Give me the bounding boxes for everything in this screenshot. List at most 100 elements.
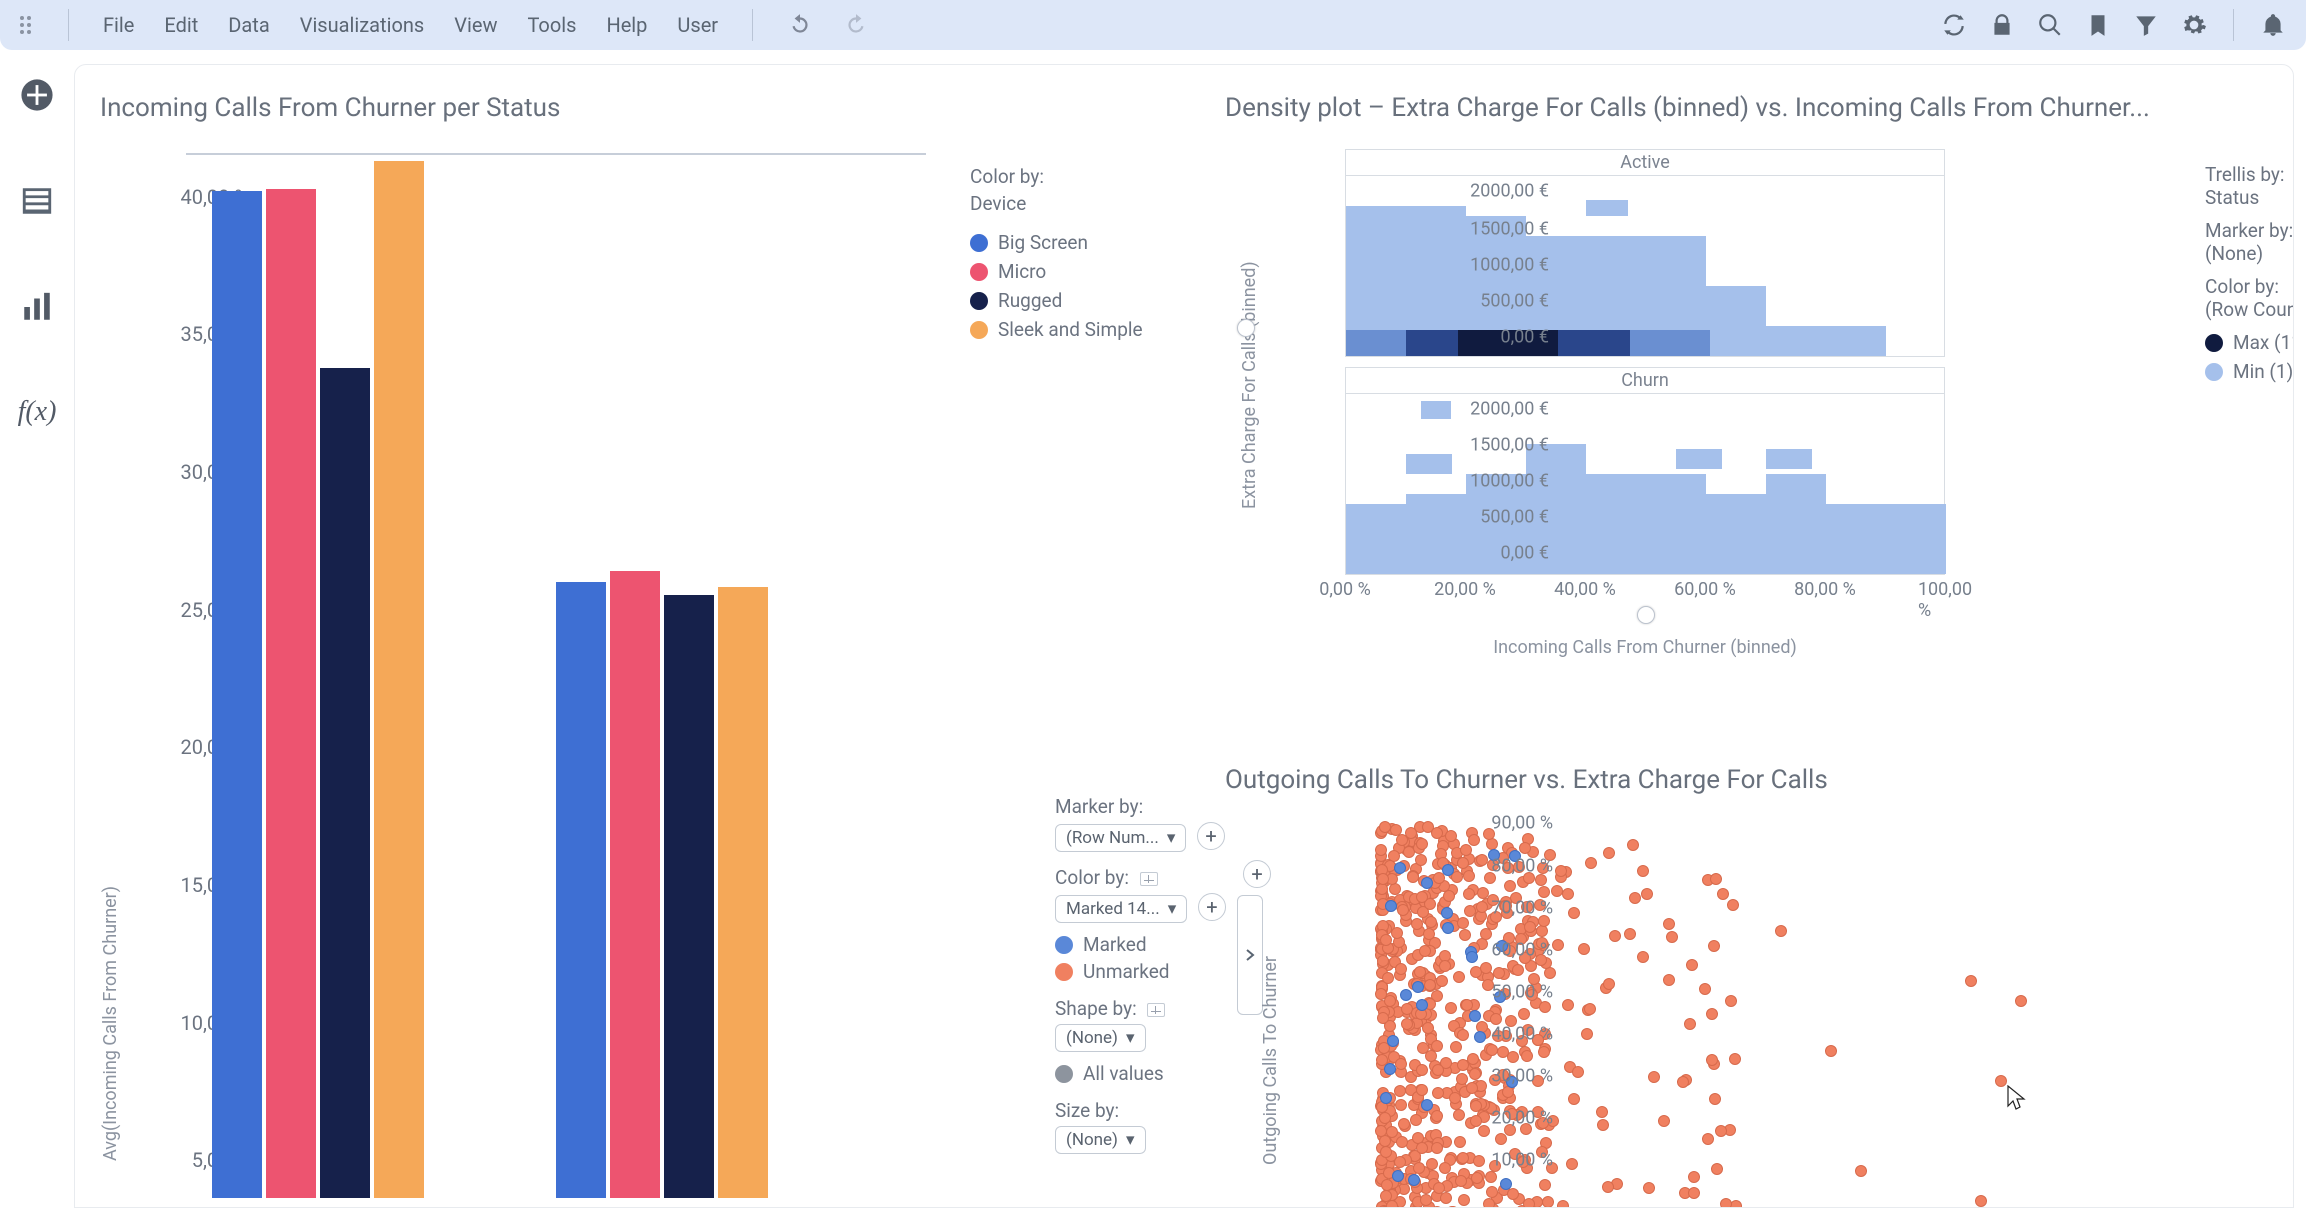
scatter-point[interactable] [1395,1058,1407,1070]
legend-item[interactable]: Micro [970,260,1143,283]
scatter-point[interactable] [1538,1046,1550,1058]
scatter-point[interactable] [1439,960,1451,972]
scatter-point[interactable] [1377,1012,1389,1024]
shape-by-dropdown[interactable]: (None)▾ [1055,1024,1146,1052]
bar-plot-area[interactable] [186,153,926,1198]
scatter-point[interactable] [1397,904,1409,916]
scatter-point[interactable] [1380,1190,1392,1202]
scatter-point[interactable] [1443,890,1455,902]
scatter-point[interactable] [1453,971,1465,983]
scatter-point[interactable] [1637,951,1649,963]
scatter-point[interactable] [1995,1075,2007,1087]
scatter-point[interactable] [1411,918,1423,930]
y-zoom-slider[interactable] [1237,319,1255,337]
scatter-point[interactable] [1469,1068,1481,1080]
scatter-point[interactable] [1637,865,1649,877]
x-zoom-slider[interactable] [1637,606,1655,624]
scatter-point[interactable] [1382,972,1394,984]
scatter-point[interactable] [1629,892,1641,904]
scatter-point[interactable] [1381,1179,1393,1191]
scatter-point[interactable] [1416,838,1428,850]
scatter-point[interactable] [1480,962,1492,974]
scatter-plot-area[interactable] [1375,815,2075,1208]
scatter-point[interactable] [1441,907,1453,919]
scatter-point[interactable] [1426,1158,1438,1170]
scatter-point[interactable] [1445,1002,1457,1014]
scatter-point[interactable] [1416,1142,1428,1154]
scatter-point[interactable] [1407,871,1419,883]
scatter-point[interactable] [1663,974,1675,986]
scatter-point[interactable] [1400,989,1412,1001]
scatter-point[interactable] [1485,1171,1497,1183]
bar-big-screen-group1[interactable] [212,191,262,1198]
scatter-point[interactable] [1965,975,1977,987]
scatter-point[interactable] [1775,925,1787,937]
menu-user[interactable]: User [677,13,718,37]
scatter-point[interactable] [1457,917,1469,929]
scatter-point[interactable] [1483,1198,1495,1208]
scatter-point[interactable] [1416,1084,1428,1096]
scatter-point[interactable] [1421,1099,1433,1111]
legend-item[interactable]: Big Screen [970,231,1143,254]
size-by-dropdown[interactable]: (None)▾ [1055,1126,1146,1154]
scatter-point[interactable] [1432,1087,1444,1099]
menu-edit[interactable]: Edit [164,13,198,37]
scatter-point[interactable] [1385,900,1397,912]
scatter-point[interactable] [1477,887,1489,899]
scatter-point[interactable] [1643,1182,1655,1194]
scatter-point[interactable] [1699,983,1711,995]
scatter-point[interactable] [1440,1192,1452,1204]
scatter-point[interactable] [1585,857,1597,869]
scatter-point[interactable] [1568,1093,1580,1105]
scatter-point[interactable] [1609,930,1621,942]
refresh-icon[interactable] [1941,12,1967,38]
scatter-point[interactable] [1431,1142,1443,1154]
scatter-point[interactable] [1471,1172,1483,1184]
scatter-point[interactable] [1463,888,1475,900]
scatter-point[interactable] [1720,1198,1732,1208]
scatter-point[interactable] [1432,1064,1444,1076]
scatter-point[interactable] [1725,995,1737,1007]
lock-icon[interactable] [1989,12,2015,38]
scatter-point[interactable] [1391,927,1403,939]
scatter-point[interactable] [1422,1022,1434,1034]
scatter-point[interactable] [1710,873,1722,885]
bar-micro-group1[interactable] [266,189,316,1198]
scatter-point[interactable] [1457,1029,1469,1041]
scatter-point[interactable] [1507,1051,1519,1063]
scatter-point[interactable] [1603,847,1615,859]
scatter-point[interactable] [1666,931,1678,943]
scatter-point[interactable] [1480,928,1492,940]
fx-icon[interactable]: f(x) [18,396,57,428]
legend-item[interactable]: All values [1055,1062,1265,1085]
scatter-point[interactable] [1536,925,1548,937]
scatter-point[interactable] [1624,928,1636,940]
scatter-point[interactable] [1597,1119,1609,1131]
scatter-point[interactable] [1566,1158,1578,1170]
scatter-point[interactable] [1377,955,1389,967]
menu-view[interactable]: View [454,13,497,37]
scatter-point[interactable] [1663,918,1675,930]
gear-icon[interactable] [2181,12,2207,38]
bell-icon[interactable] [2260,12,2286,38]
scatter-point[interactable] [1727,899,1739,911]
scatter-point[interactable] [1395,1099,1407,1111]
scatter-point[interactable] [1521,1050,1533,1062]
scatter-point[interactable] [1442,922,1454,934]
scatter-point[interactable] [1627,839,1639,851]
undo-icon[interactable] [787,12,813,38]
bar-rugged-group1[interactable] [320,368,370,1198]
scatter-point[interactable] [1457,1152,1469,1164]
scatter-point[interactable] [1476,901,1488,913]
scatter-point[interactable] [1478,1125,1490,1137]
legend-item[interactable]: Marked [1055,933,1265,956]
menu-tools[interactable]: Tools [527,13,576,37]
scatter-point[interactable] [1581,1028,1593,1040]
scatter-point[interactable] [1568,907,1580,919]
scatter-point[interactable] [1420,1194,1432,1206]
search-icon[interactable] [2037,12,2063,38]
menu-data[interactable]: Data [228,13,269,37]
scatter-point[interactable] [1584,1003,1596,1015]
scatter-point[interactable] [1419,945,1431,957]
bar-rugged-group2[interactable] [664,595,714,1198]
